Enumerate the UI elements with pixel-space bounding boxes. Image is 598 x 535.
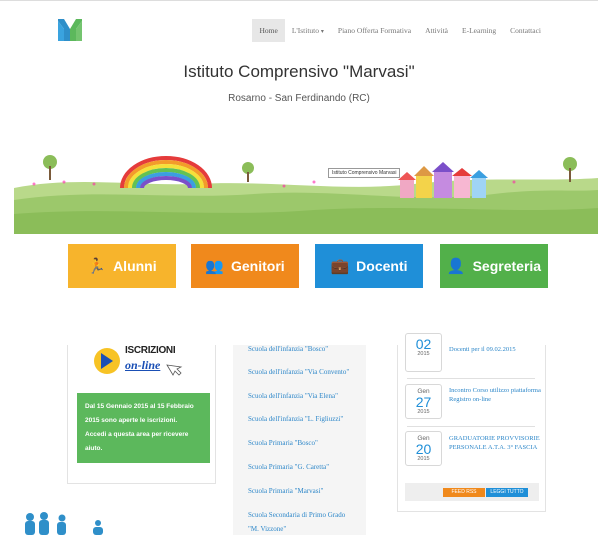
school-link[interactable]: Scuola dell'infanzia "Via Convento" <box>248 368 349 376</box>
briefcase-icon: 💼 <box>330 258 350 275</box>
iscrizioni-title[interactable]: ISCRIZIONI <box>125 345 176 356</box>
banner-caption: Istituto Comprensivo Marvasi <box>328 168 401 178</box>
event-date: 02 2015 <box>405 333 442 372</box>
nav-istituto[interactable]: L'Istituto ▾ <box>285 19 331 42</box>
school-link[interactable]: Scuola Primaria "Bosco" <box>248 439 318 447</box>
nav-istituto-label: L'Istituto <box>291 26 320 35</box>
page-subtitle: Rosarno - San Ferdinando (RC) <box>228 93 370 104</box>
people-silhouette-icon <box>25 512 103 535</box>
nav-elearning[interactable]: E-Learning <box>455 19 503 42</box>
landscape-banner-image <box>14 148 598 234</box>
nav-menu: Home L'Istituto ▾ Piano Offerta Formativ… <box>252 19 548 42</box>
event-link[interactable]: Docenti per il 09.02.2015 <box>449 345 544 354</box>
notice-line: 2015 sono aperte le iscrizioni. <box>85 417 178 424</box>
users-icon: 👥 <box>205 258 224 275</box>
event-link[interactable]: Incontro Corso utilizzo piattaforma Regi… <box>449 386 544 404</box>
docenti-label: Docenti <box>356 258 408 274</box>
notice-line: Accedi a questa area per ricevere <box>85 431 189 438</box>
event-date: Gen 27 2015 <box>405 384 442 419</box>
event-year: 2015 <box>417 351 430 357</box>
nav-home[interactable]: Home <box>252 19 285 42</box>
genitori-button[interactable]: 👥 Genitori <box>191 244 299 288</box>
event-divider <box>407 426 535 427</box>
read-all-button[interactable]: LEGGI TUTTO <box>486 488 528 497</box>
genitori-label: Genitori <box>231 258 285 274</box>
page-title: Istituto Comprensivo "Marvasi" <box>183 62 415 81</box>
event-year: 2015 <box>417 409 430 415</box>
school-link[interactable]: "M. Vizzone" <box>248 525 286 533</box>
school-link[interactable]: Scuola Primaria "Marvasi" <box>248 487 323 495</box>
user-desk-icon: 👤 <box>446 258 466 275</box>
event-day: 20 <box>415 441 432 457</box>
event-link[interactable]: GRADUATORIE PROVVISORIE PERSONALE A.T.A.… <box>449 434 544 452</box>
school-link[interactable]: Scuola Secondaria di Primo Grado <box>248 511 345 519</box>
school-logo[interactable] <box>58 17 82 41</box>
iscrizioni-notice[interactable]: Dal 15 Gennaio 2015 al 15 Febbraio 2015 … <box>77 393 210 463</box>
overlay-band <box>12 300 598 345</box>
nav-pof[interactable]: Piano Offerta Formativa <box>331 19 418 42</box>
top-navbar: Home L'Istituto ▾ Piano Offerta Formativ… <box>0 0 598 55</box>
person-icon: 🏃 <box>87 258 107 275</box>
school-link[interactable]: Scuola dell'infanzia "Via Elena" <box>248 392 338 400</box>
nav-attivita[interactable]: Attività <box>418 19 455 42</box>
event-day: 02 <box>415 336 432 352</box>
alunni-label: Alunni <box>113 258 157 274</box>
school-link[interactable]: Scuola dell'infanzia "Bosco" <box>248 345 328 353</box>
notice-line: Dal 15 Gennaio 2015 al 15 Febbraio <box>85 403 194 410</box>
nav-contattaci[interactable]: Contattaci <box>503 19 548 42</box>
notice-line: aiuto. <box>85 445 103 452</box>
school-link[interactable]: Scuola Primaria "G. Caretta" <box>248 463 329 471</box>
docenti-button[interactable]: 💼 Docenti <box>315 244 423 288</box>
segreteria-button[interactable]: 👤 Segreteria <box>440 244 548 288</box>
event-date: Gen 20 2015 <box>405 431 442 466</box>
iscrizioni-online-link[interactable]: on-line <box>125 358 160 373</box>
chevron-down-icon: ▾ <box>320 29 324 35</box>
event-year: 2015 <box>417 456 430 462</box>
event-day: 27 <box>415 394 432 410</box>
event-divider <box>407 378 535 379</box>
alunni-button[interactable]: 🏃 Alunni <box>68 244 176 288</box>
school-link[interactable]: Scuola dell'infanzia "L. Figliuzzi" <box>248 415 343 423</box>
segreteria-label: Segreteria <box>472 258 542 274</box>
feed-rss-button[interactable]: FEED RSS <box>443 488 485 497</box>
